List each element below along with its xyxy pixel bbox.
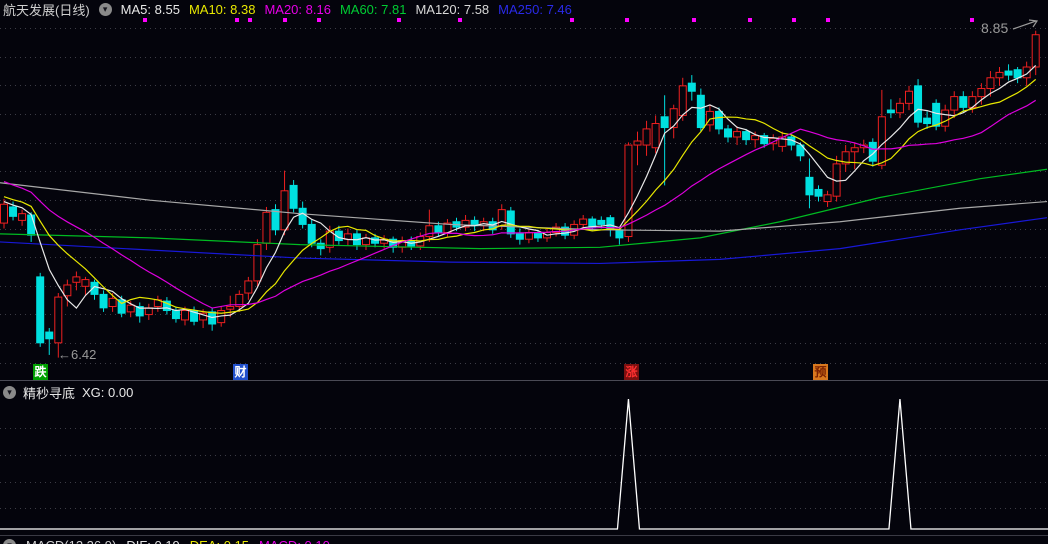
ma250-legend: MA250: 7.46 (498, 1, 572, 17)
stock-chart-window: 航天发展(日线) ▾ MA5: 8.55 MA10: 8.38 MA20: 8.… (0, 0, 1048, 544)
macd-indicator-label: MACD(12,26,9) (26, 538, 116, 544)
ma10-legend: MA10: 8.38 (188, 1, 256, 17)
marker-zhang[interactable]: 涨 (624, 364, 639, 380)
marker-die[interactable]: 跌 (33, 364, 48, 380)
marker-cai[interactable]: 财 (233, 364, 248, 380)
chart-header: 航天发展(日线) ▾ MA5: 8.55 MA10: 8.38 MA20: 8.… (3, 1, 572, 18)
ma5-legend: MA5: 8.55 (120, 1, 180, 17)
high-price-annotation: 8.85 (981, 20, 1009, 36)
collapse-main-icon[interactable]: ▾ (98, 2, 112, 16)
macd-dea-label: DEA: 0.15 (190, 538, 249, 544)
sub-indicator-title: 精秒寻底 (23, 385, 76, 401)
stock-title: 航天发展(日线) (3, 2, 90, 18)
macd-footer: ▾ MACD(12,26,9) DIF: 0.19 DEA: 0.15 MACD… (3, 537, 330, 544)
macd-dif-label: DIF: 0.19 (126, 538, 179, 544)
ma60-legend: MA60: 7.81 (339, 1, 407, 17)
low-price-annotation: ←6.42 (58, 347, 97, 362)
ma20-legend: MA20: 8.16 (264, 1, 331, 17)
collapse-macd-icon[interactable]: ▾ (3, 538, 16, 544)
sub-indicator-header: ▾ 精秒寻底 XG: 0.00 (3, 384, 134, 401)
sub-indicator-value: XG: 0.00 (82, 384, 134, 400)
chart-canvas[interactable] (0, 0, 1048, 544)
macd-macd-label: MACD: 0.10 (259, 538, 330, 544)
marker-yu[interactable]: 预 (813, 364, 828, 380)
collapse-sub-icon[interactable]: ▾ (3, 385, 16, 399)
ma120-legend: MA120: 7.58 (415, 1, 490, 17)
